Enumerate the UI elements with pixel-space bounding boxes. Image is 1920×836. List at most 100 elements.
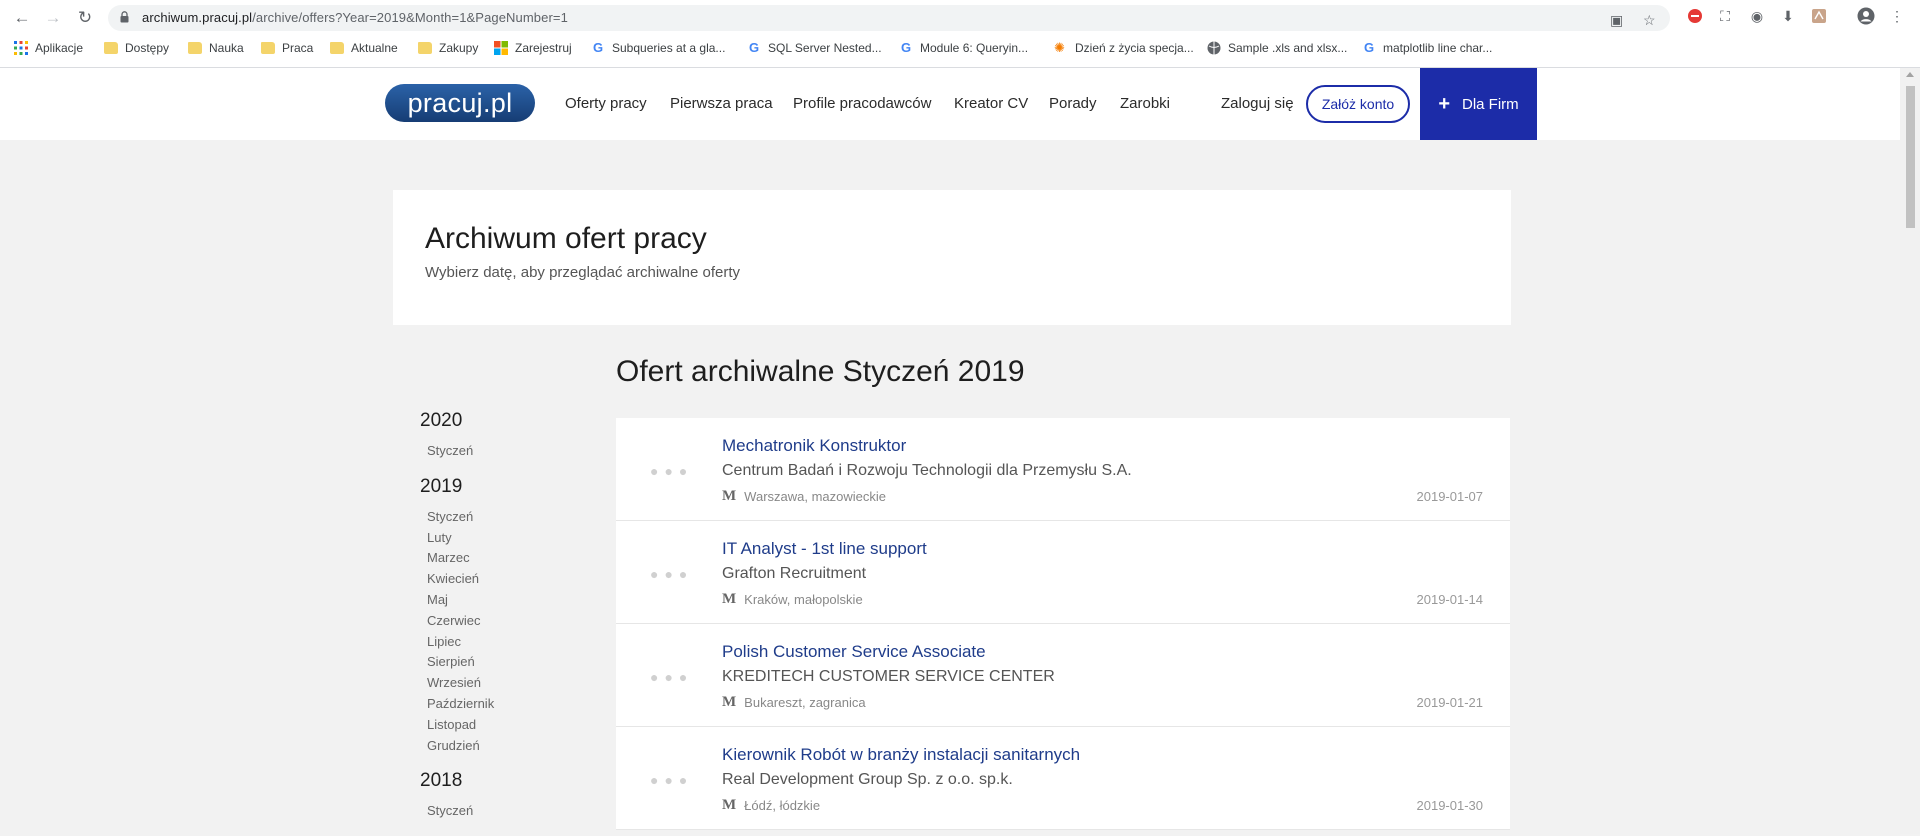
month-link[interactable]: Kwiecień	[427, 569, 580, 590]
browser-toolbar: ← → ↻ archiwum.pracuj.pl/archive/offers?…	[0, 0, 1920, 68]
translate-icon[interactable]: ▣	[1610, 12, 1623, 29]
year-group: 2020 Styczeń	[420, 410, 580, 462]
bookmarks-bar: Aplikacje Dostępy Nauka Praca Aktualne Z…	[0, 38, 1920, 62]
offer-item[interactable]: ●●● Polish Customer Service Associate KR…	[616, 624, 1510, 727]
nav-link-zarobki[interactable]: Zarobki	[1120, 95, 1170, 112]
location-marker-icon: M	[722, 488, 737, 504]
bookmark-link[interactable]: Zarejestruj	[494, 41, 572, 55]
folder-icon	[330, 42, 344, 54]
location-marker-icon: M	[722, 591, 737, 607]
offer-title[interactable]: Mechatronik Konstruktor	[722, 436, 906, 456]
screenshot-icon[interactable]: ⛶	[1716, 7, 1734, 25]
login-link[interactable]: Zaloguj się	[1221, 95, 1294, 112]
back-arrow-icon[interactable]: ←	[11, 7, 33, 29]
logo-placeholder-dots-icon: ●●●	[650, 669, 694, 685]
offer-company: Grafton Recruitment	[722, 565, 867, 582]
year-heading[interactable]: 2019	[420, 476, 580, 498]
google-icon: G	[900, 40, 912, 55]
scroll-up-arrow-icon[interactable]	[1906, 72, 1914, 77]
nav-link-porady[interactable]: Porady	[1049, 95, 1097, 112]
bookmark-link[interactable]: G matplotlib line char...	[1362, 41, 1493, 56]
bookmark-label: Aktualne	[351, 41, 398, 55]
download-icon[interactable]: ⬇	[1779, 7, 1797, 25]
logo-placeholder-dots-icon: ●●●	[650, 772, 694, 788]
bookmark-label: Module 6: Queryin...	[920, 41, 1029, 55]
month-link[interactable]: Styczeń	[427, 801, 580, 822]
archive-date-sidebar: 2020 Styczeń 2019 Styczeń Luty Marzec Kw…	[420, 410, 580, 836]
pracuj-logo[interactable]: pracuj.pl	[385, 84, 535, 122]
offer-title[interactable]: IT Analyst - 1st line support	[722, 539, 927, 559]
url-path: /archive/offers?Year=2019&Month=1&PageNu…	[252, 10, 568, 25]
adblock-icon[interactable]	[1686, 7, 1704, 25]
bookmark-link[interactable]: ✺ Dzień z życia specja...	[1054, 41, 1194, 56]
extension-globe-icon[interactable]: ◉	[1748, 7, 1766, 25]
bookmark-link[interactable]: G Subqueries at a gla...	[591, 40, 726, 56]
month-link[interactable]: Wrzesień	[427, 673, 580, 694]
bookmark-folder[interactable]: Aktualne	[330, 41, 398, 55]
section-title: Ofert archiwalne Styczeń 2019	[616, 355, 1025, 388]
reload-icon[interactable]: ↻	[74, 7, 96, 29]
month-link[interactable]: Sierpień	[427, 652, 580, 673]
star-icon[interactable]: ☆	[1643, 12, 1656, 29]
offer-company: Real Development Group Sp. z o.o. sp.k.	[722, 771, 1013, 788]
bookmark-label: matplotlib line char...	[1383, 41, 1493, 55]
for-firms-button[interactable]: + Dla Firm	[1420, 68, 1537, 140]
forward-arrow-icon[interactable]: →	[42, 7, 64, 29]
month-link[interactable]: Grudzień	[427, 736, 580, 757]
month-link[interactable]: Marzec	[427, 548, 580, 569]
offer-title[interactable]: Kierownik Robót w branży instalacji sani…	[722, 745, 1080, 765]
bookmark-folder[interactable]: Zakupy	[418, 41, 478, 55]
bookmark-label: Zarejestruj	[515, 41, 572, 55]
month-link[interactable]: Styczeń	[427, 507, 580, 528]
year-heading[interactable]: 2020	[420, 410, 580, 432]
nav-link-pierwsza-praca[interactable]: Pierwsza praca	[670, 95, 773, 112]
folder-icon	[418, 42, 432, 54]
offer-item[interactable]: ●●● Mechatronik Konstruktor Centrum Bada…	[616, 418, 1510, 521]
offer-location: M Warszawa, mazowieckie	[722, 488, 886, 505]
url-host: archiwum.pracuj.pl	[142, 10, 253, 25]
page-scrollbar[interactable]	[1900, 68, 1920, 834]
month-link[interactable]: Maj	[427, 590, 580, 611]
logo-placeholder-dots-icon: ●●●	[650, 463, 694, 479]
bookmark-label: Subqueries at a gla...	[612, 41, 726, 55]
year-heading[interactable]: 2018	[420, 770, 580, 792]
location-marker-icon: M	[722, 797, 737, 813]
location-marker-icon: M	[722, 694, 737, 710]
offer-title[interactable]: Polish Customer Service Associate	[722, 642, 986, 662]
bookmark-link[interactable]: G Module 6: Queryin...	[899, 40, 1029, 56]
bookmark-folder[interactable]: Praca	[261, 41, 313, 55]
page-title: Archiwum ofert pracy	[425, 222, 707, 255]
bookmark-folder[interactable]: Nauka	[188, 41, 244, 55]
month-link[interactable]: Październik	[427, 694, 580, 715]
profile-avatar-icon[interactable]	[1857, 7, 1875, 25]
nav-link-kreator-cv[interactable]: Kreator CV	[954, 95, 1028, 112]
register-button[interactable]: Załóż konto	[1306, 85, 1410, 123]
menu-dots-icon[interactable]: ⋮	[1888, 7, 1906, 25]
offer-item[interactable]: ●●● IT Analyst - 1st line support Grafto…	[616, 521, 1510, 624]
lock-icon	[120, 11, 129, 23]
site-header: pracuj.pl Oferty pracy Pierwsza praca Pr…	[0, 68, 1900, 140]
nav-link-profile-pracodawcow[interactable]: Profile pracodawców	[793, 95, 931, 112]
month-link[interactable]: Lipiec	[427, 632, 580, 653]
month-link[interactable]: Styczeń	[427, 441, 580, 462]
bookmark-label: Sample .xls and xlsx...	[1228, 41, 1348, 55]
globe-icon	[1207, 41, 1221, 55]
month-link[interactable]: Listopad	[427, 715, 580, 736]
bookmark-link[interactable]: Sample .xls and xlsx...	[1207, 41, 1347, 55]
bookmark-label: Aplikacje	[35, 41, 84, 55]
offer-item[interactable]: ●●● Kierownik Robót w branży instalacji …	[616, 727, 1510, 830]
month-link[interactable]: Luty	[427, 528, 580, 549]
archive-hero: Archiwum ofert pracy Wybierz datę, aby p…	[393, 190, 1511, 325]
pdf-icon[interactable]	[1810, 7, 1828, 25]
bookmark-link[interactable]: G SQL Server Nested...	[747, 41, 882, 56]
folder-icon	[188, 42, 202, 54]
bookmark-folder[interactable]: Dostępy	[104, 41, 169, 55]
nav-link-oferty-pracy[interactable]: Oferty pracy	[565, 95, 647, 112]
scrollbar-thumb[interactable]	[1906, 86, 1915, 228]
google-icon: G	[592, 40, 604, 55]
address-bar[interactable]: archiwum.pracuj.pl/archive/offers?Year=2…	[108, 5, 1670, 31]
logo-placeholder-dots-icon: ●●●	[650, 566, 694, 582]
month-link[interactable]: Czerwiec	[427, 611, 580, 632]
bookmark-apps[interactable]: Aplikacje	[14, 41, 83, 55]
apps-grid-icon	[14, 41, 28, 55]
